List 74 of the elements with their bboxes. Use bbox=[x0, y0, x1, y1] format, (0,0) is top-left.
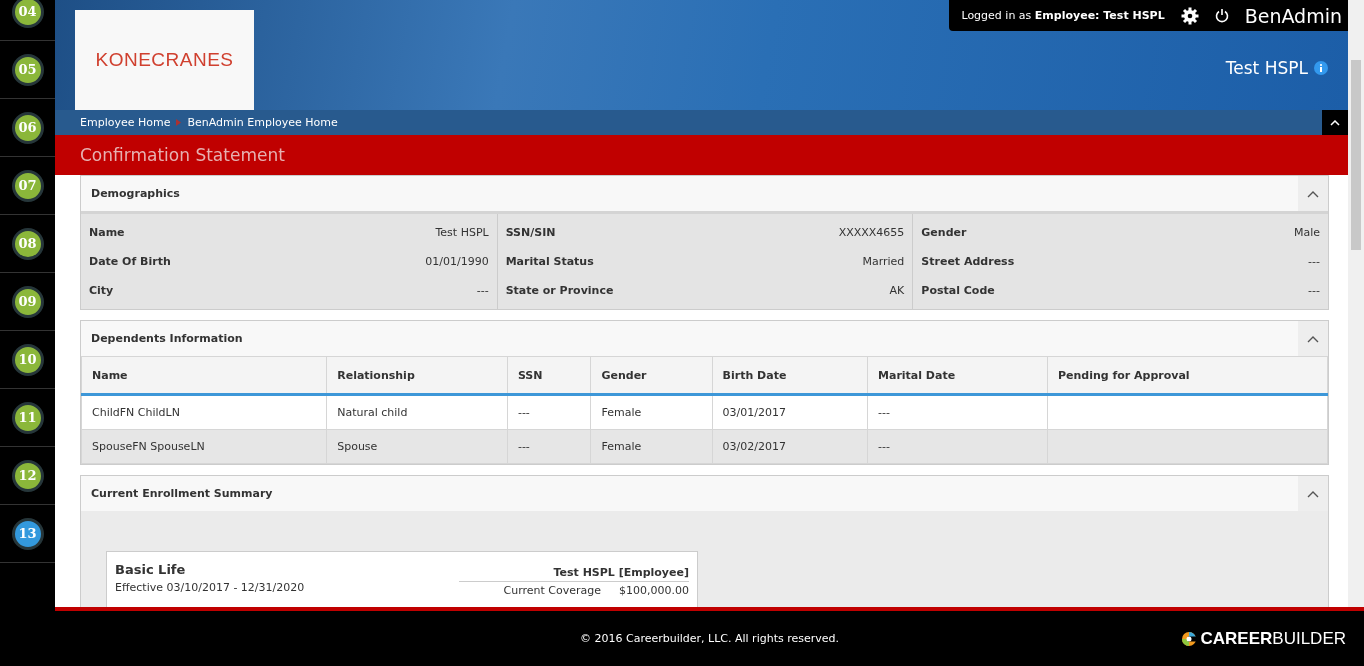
field-label: Gender bbox=[921, 226, 967, 239]
collapse-icon[interactable] bbox=[1307, 334, 1319, 343]
collapse-icon[interactable] bbox=[1307, 189, 1319, 198]
column-header: Gender bbox=[590, 356, 713, 395]
column-header: Birth Date bbox=[712, 356, 868, 395]
scrollbar[interactable] bbox=[1348, 0, 1364, 607]
breadcrumb-link[interactable]: Employee Home bbox=[80, 116, 171, 129]
effective-dates: Effective 03/10/2017 - 12/31/2020 bbox=[115, 581, 305, 594]
column-header: Marital Date bbox=[867, 356, 1048, 395]
caret-icon bbox=[1330, 119, 1340, 126]
field-value: Married bbox=[862, 255, 905, 268]
field-value: --- bbox=[1308, 255, 1320, 268]
step-badge[interactable]: 04 bbox=[11, 0, 44, 28]
table-cell: --- bbox=[867, 394, 1048, 430]
breadcrumb-link[interactable]: BenAdmin Employee Home bbox=[187, 116, 338, 129]
collapse-header-button[interactable] bbox=[1322, 110, 1348, 135]
table-cell: --- bbox=[867, 429, 1048, 464]
field-label: Name bbox=[89, 226, 125, 239]
step-badge[interactable]: 05 bbox=[11, 53, 44, 86]
field-label: Postal Code bbox=[921, 284, 995, 297]
info-icon[interactable] bbox=[1314, 61, 1328, 75]
table-cell: 03/02/2017 bbox=[712, 429, 868, 464]
step-badge[interactable]: 09 bbox=[11, 285, 44, 318]
field-value: XXXXX4655 bbox=[838, 226, 905, 239]
table-cell: Spouse bbox=[326, 429, 508, 464]
separator-icon bbox=[176, 119, 182, 126]
table-cell: Natural child bbox=[326, 394, 508, 430]
table-cell: 03/01/2017 bbox=[712, 394, 868, 430]
coverage-amount: $100,000.00 bbox=[619, 584, 689, 597]
field-value: --- bbox=[476, 284, 489, 297]
table-cell: --- bbox=[507, 429, 591, 464]
step-badge[interactable]: 13 bbox=[11, 517, 44, 550]
plan-name: Basic Life bbox=[115, 562, 187, 577]
field-value: Test HSPL bbox=[435, 226, 489, 239]
power-icon[interactable] bbox=[1214, 8, 1229, 23]
field-label: State or Province bbox=[505, 284, 614, 297]
field-label: SSN/SIN bbox=[505, 226, 556, 239]
logged-in-text: Logged in as Employee: Test HSPL bbox=[961, 9, 1165, 22]
column-header: Name bbox=[81, 356, 327, 395]
step-badge[interactable]: 06 bbox=[11, 111, 44, 144]
copyright-text: © 2016 Careerbuilder, LLC. All rights reserved. bbox=[579, 632, 839, 645]
employee-name: Test HSPL bbox=[1225, 58, 1308, 78]
brand-logo-icon bbox=[1180, 631, 1197, 647]
page-title: Confirmation Statement bbox=[80, 145, 285, 165]
collapse-icon[interactable] bbox=[1307, 489, 1319, 498]
table-cell: Female bbox=[590, 394, 713, 430]
table-cell: SpouseFN SpouseLN bbox=[81, 429, 327, 464]
coverage-holder: Test HSPL [Employee] bbox=[459, 562, 689, 582]
step-badge[interactable]: 12 bbox=[11, 459, 44, 492]
brand-name: CAREERBUILDER bbox=[1200, 629, 1346, 649]
field-label: Date Of Birth bbox=[89, 255, 171, 268]
panel-title: Demographics bbox=[90, 187, 180, 200]
table-cell: Female bbox=[590, 429, 713, 464]
table-cell: ChildFN ChildLN bbox=[81, 394, 327, 430]
coverage-label: Current Coverage bbox=[503, 584, 601, 597]
company-logo: KONECRANES bbox=[75, 10, 254, 110]
field-value: Male bbox=[1293, 226, 1320, 239]
step-badge[interactable]: 10 bbox=[11, 343, 44, 376]
panel-title: Dependents Information bbox=[90, 332, 243, 345]
table-cell: --- bbox=[507, 394, 591, 430]
column-header: Pending for Approval bbox=[1047, 356, 1328, 395]
step-badge[interactable]: 07 bbox=[11, 169, 44, 202]
field-value: --- bbox=[1308, 284, 1320, 297]
field-label: Marital Status bbox=[505, 255, 594, 268]
column-header: SSN bbox=[507, 356, 591, 395]
field-value: AK bbox=[889, 284, 905, 297]
field-label: City bbox=[89, 284, 114, 297]
field-label: Street Address bbox=[921, 255, 1015, 268]
step-badge[interactable]: 11 bbox=[11, 401, 44, 434]
step-badge[interactable]: 08 bbox=[11, 227, 44, 260]
app-name: BenAdmin bbox=[1244, 4, 1342, 27]
column-header: Relationship bbox=[326, 356, 508, 395]
field-value: 01/01/1990 bbox=[425, 255, 489, 268]
panel-title: Current Enrollment Summary bbox=[90, 487, 273, 500]
